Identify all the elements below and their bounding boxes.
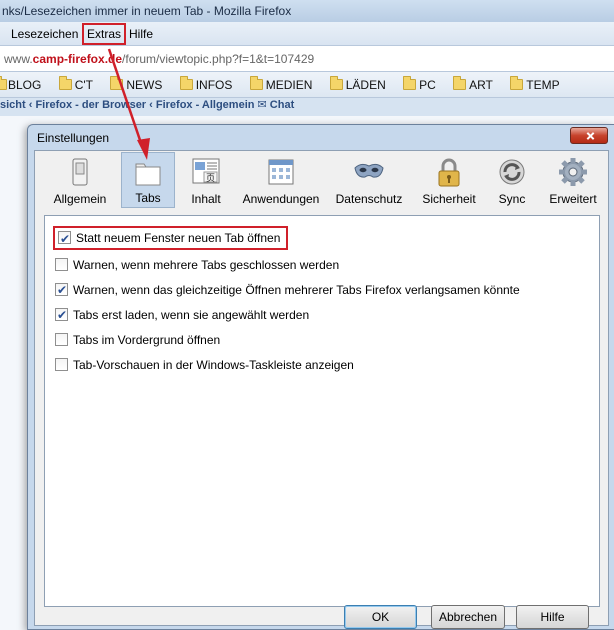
pane-sicherheit[interactable]: Sicherheit: [417, 152, 481, 208]
option-label: Warnen, wenn mehrere Tabs geschlossen we…: [73, 258, 340, 272]
checkbox[interactable]: [55, 306, 68, 324]
forum-breadcrumb: sicht ‹ Firefox - der Browser ‹ Firefox …: [0, 98, 614, 116]
cancel-button[interactable]: Abbrechen: [431, 605, 505, 629]
url-bar[interactable]: www.camp-firefox.de/forum/viewtopic.php?…: [0, 46, 614, 72]
option-label: Statt neuem Fenster neuen Tab öffnen: [76, 231, 281, 245]
pane-anwendungen[interactable]: Anwendungen: [239, 152, 323, 208]
url-prefix: www.: [4, 52, 33, 66]
checkbox[interactable]: [55, 258, 68, 271]
option-warn-close-multiple[interactable]: Warnen, wenn mehrere Tabs geschlossen we…: [55, 256, 339, 274]
tabs-options-panel: Statt neuem Fenster neuen Tab öffnen War…: [44, 215, 600, 607]
bookmark-infos[interactable]: INFOS: [176, 72, 233, 97]
pane-datenschutz[interactable]: Datenschutz: [331, 152, 407, 208]
pane-label: Anwendungen: [242, 192, 320, 206]
folder-icon: [510, 76, 524, 90]
folder-icon: [249, 76, 263, 90]
option-load-on-select[interactable]: Tabs erst laden, wenn sie angewählt werd…: [55, 306, 309, 324]
bookmark-laeden[interactable]: LÄDEN: [326, 72, 386, 97]
dialog-body: Allgemein Tabs 页 Inhalt Anwendungen Date…: [34, 150, 609, 629]
folder-icon: [403, 76, 417, 90]
option-label: Tabs erst laden, wenn sie angewählt werd…: [73, 308, 310, 322]
firefox-titlebar: nks/Lesezeichen immer in neuem Tab - Moz…: [0, 0, 614, 22]
option-label: Warnen, wenn das gleichzeitige Öffnen me…: [73, 283, 520, 297]
bookmark-label: LÄDEN: [345, 78, 386, 92]
bookmark-pc[interactable]: PC: [399, 72, 436, 97]
folder-icon: [179, 76, 193, 90]
switch-icon: [72, 158, 88, 186]
folder-icon: [58, 76, 72, 90]
menu-hilfe[interactable]: Hilfe: [127, 26, 155, 42]
pane-tabs[interactable]: Tabs: [121, 152, 175, 208]
pane-erweitert[interactable]: Erweitert: [541, 152, 605, 208]
bookmark-blog[interactable]: BLOG: [0, 72, 42, 97]
url-domain: camp-firefox.de: [32, 52, 123, 66]
pane-label: Sicherheit: [422, 192, 476, 206]
pane-sync[interactable]: Sync: [491, 152, 533, 208]
bookmark-label: PC: [419, 78, 436, 92]
bookmark-label: C'T: [74, 78, 93, 92]
bookmark-label: MEDIEN: [265, 78, 313, 92]
menu-extras[interactable]: Extras: [82, 23, 127, 45]
bookmark-label: TEMP: [526, 78, 560, 92]
folder-icon: [453, 76, 467, 90]
checkbox[interactable]: [58, 229, 71, 249]
pane-allgemein[interactable]: Allgemein: [47, 152, 113, 208]
firefox-menubar: Lesezeichen Extras Hilfe: [0, 22, 614, 46]
window-title: nks/Lesezeichen immer in neuem Tab - Moz…: [2, 4, 292, 18]
bookmark-ct[interactable]: C'T: [55, 72, 93, 97]
bookmark-label: ART: [469, 78, 493, 92]
pane-label: Inhalt: [191, 192, 221, 206]
folder-icon: [0, 76, 7, 90]
bookmark-label: INFOS: [195, 78, 233, 92]
mask-icon: [354, 163, 384, 178]
pane-label: Erweitert: [549, 192, 597, 206]
ok-button[interactable]: OK: [344, 605, 417, 629]
folder-icon: [110, 76, 124, 90]
bookmark-art[interactable]: ART: [449, 72, 493, 97]
bookmark-news[interactable]: NEWS: [106, 72, 163, 97]
url-path: /forum/viewtopic.php?f=1&t=107429: [122, 52, 315, 66]
gear-icon: [559, 158, 587, 186]
sync-icon: [499, 159, 525, 185]
pane-label: Tabs: [135, 191, 161, 205]
option-new-tab-instead-of-window[interactable]: Statt neuem Fenster neuen Tab öffnen: [53, 226, 289, 250]
close-icon[interactable]: [570, 127, 608, 144]
option-warn-slow-open[interactable]: Warnen, wenn das gleichzeitige Öffnen me…: [55, 281, 520, 299]
bookmark-label: BLOG: [8, 78, 42, 92]
bookmark-label: NEWS: [126, 78, 163, 92]
settings-dialog: Einstellungen Allgemein Tabs 页 Inhalt An…: [27, 124, 614, 630]
lock-icon: [438, 158, 460, 187]
pane-label: Sync: [498, 192, 526, 206]
pane-label: Datenschutz: [335, 192, 403, 206]
bookmark-temp[interactable]: TEMP: [506, 72, 560, 97]
bookmarks-toolbar: BLOG C'T NEWS INFOS MEDIEN LÄDEN PC ART …: [0, 72, 614, 98]
pane-label: Allgemein: [53, 192, 107, 206]
tabs-icon: [135, 163, 161, 186]
pane-toolbar: Allgemein Tabs 页 Inhalt Anwendungen Date…: [35, 151, 608, 209]
checkbox[interactable]: [55, 358, 68, 371]
option-label: Tabs im Vordergrund öffnen: [73, 333, 221, 347]
option-label: Tab-Vorschauen in der Windows-Taskleiste…: [73, 358, 354, 372]
applications-icon: [268, 159, 294, 185]
option-open-foreground[interactable]: Tabs im Vordergrund öffnen: [55, 331, 220, 349]
folder-icon: [329, 76, 343, 90]
svg-text:页: 页: [206, 173, 215, 184]
breadcrumb-text: sicht ‹ Firefox - der Browser ‹ Firefox …: [0, 99, 295, 111]
checkbox[interactable]: [55, 333, 68, 346]
menu-lesezeichen[interactable]: Lesezeichen: [9, 26, 80, 42]
help-button[interactable]: Hilfe: [516, 605, 589, 629]
bookmark-medien[interactable]: MEDIEN: [246, 72, 313, 97]
pane-inhalt[interactable]: 页 Inhalt: [181, 152, 231, 208]
content-icon: 页: [192, 158, 220, 184]
option-taskbar-previews[interactable]: Tab-Vorschauen in der Windows-Taskleiste…: [55, 356, 354, 374]
dialog-title: Einstellungen: [37, 131, 110, 145]
checkbox[interactable]: [55, 281, 68, 299]
